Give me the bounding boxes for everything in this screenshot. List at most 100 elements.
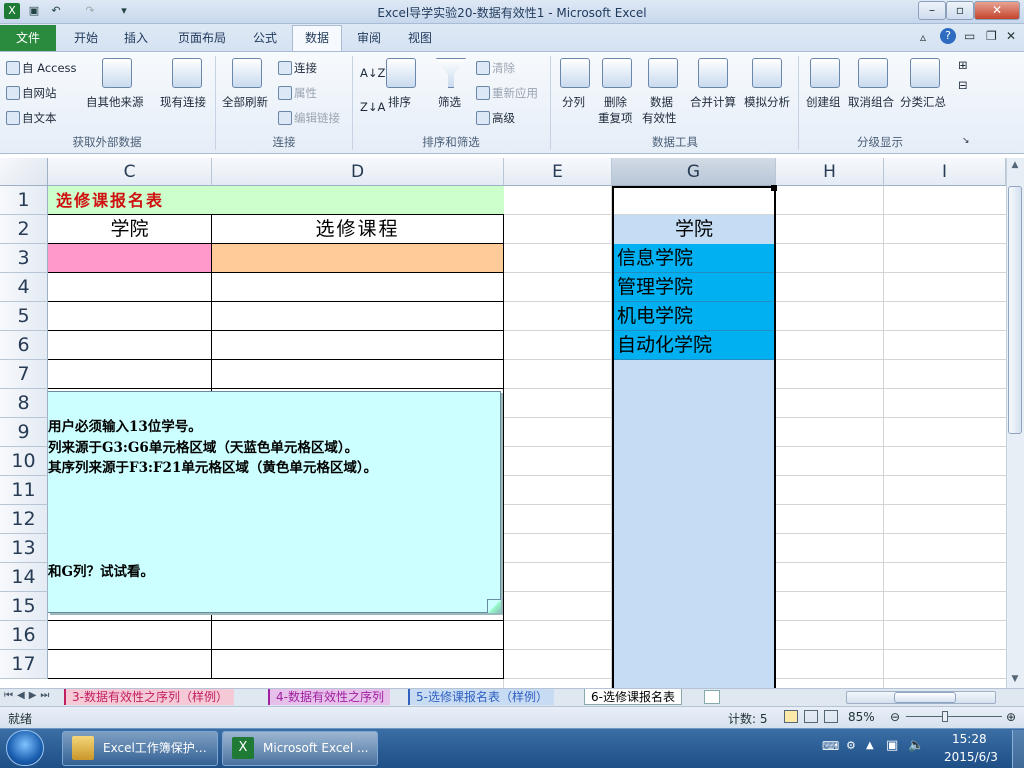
tab-page-layout[interactable]: 页面布局: [166, 26, 238, 50]
ime-icon[interactable]: ⚙: [846, 739, 856, 752]
row-header[interactable]: 4: [0, 273, 48, 302]
what-if-analysis-button[interactable]: 模拟分析: [744, 94, 790, 110]
keyboard-icon[interactable]: ⌨: [822, 739, 839, 753]
zoom-out-icon[interactable]: ⊖: [890, 710, 900, 724]
from-access-button[interactable]: 自 Access: [6, 60, 77, 76]
row-header[interactable]: 7: [0, 360, 48, 389]
from-text-button[interactable]: 自文本: [6, 110, 57, 126]
clock-date[interactable]: 2015/6/3: [944, 750, 998, 764]
row-header[interactable]: 17: [0, 650, 48, 679]
table-cell[interactable]: [48, 331, 212, 360]
fill-handle[interactable]: [771, 185, 777, 191]
table-cell[interactable]: [48, 621, 212, 650]
tab-data[interactable]: 数据: [292, 25, 342, 52]
table-cell[interactable]: [48, 650, 212, 679]
close-button[interactable]: ✕: [974, 1, 1020, 20]
list-header-cell[interactable]: 学院: [614, 215, 774, 244]
sheet-nav-arrows-icon[interactable]: ⏮◀▶⏭: [4, 690, 53, 701]
remove-duplicates-button[interactable]: 删除: [604, 94, 627, 110]
dialog-launcher-icon[interactable]: ↘: [962, 136, 970, 146]
text-to-columns-button[interactable]: 分列: [562, 94, 585, 110]
page-layout-view-icon[interactable]: [804, 710, 818, 723]
reapply-button[interactable]: 重新应用: [476, 85, 538, 101]
sheet-tab-active[interactable]: 6-选修课报名表: [584, 689, 682, 705]
subtotal-button[interactable]: 分类汇总: [900, 94, 946, 110]
workbook-minimize-icon[interactable]: ▭: [964, 29, 975, 43]
column-header-i[interactable]: I: [884, 158, 1006, 186]
from-web-button[interactable]: 自网站: [6, 85, 57, 101]
tab-view[interactable]: 视图: [396, 26, 444, 50]
zoom-slider-thumb[interactable]: [942, 711, 948, 722]
college-list-item[interactable]: 管理学院: [614, 273, 774, 302]
header-college-cell[interactable]: 学院: [48, 215, 212, 244]
row-header[interactable]: 10: [0, 447, 48, 476]
college-list-item[interactable]: 自动化学院: [614, 331, 774, 360]
column-header-c[interactable]: C: [48, 158, 212, 186]
table-cell[interactable]: [48, 273, 212, 302]
normal-view-icon[interactable]: [784, 710, 798, 723]
refresh-all-button[interactable]: 全部刷新: [222, 94, 268, 110]
column-header-d[interactable]: D: [212, 158, 504, 186]
help-icon[interactable]: ?: [940, 28, 956, 44]
maximize-button[interactable]: ▫: [946, 1, 974, 20]
college-input-cell[interactable]: [48, 244, 212, 273]
row-header[interactable]: 11: [0, 476, 48, 505]
row-header[interactable]: 2: [0, 215, 48, 244]
table-cell[interactable]: [48, 302, 212, 331]
tab-formulas[interactable]: 公式: [242, 26, 288, 50]
row-header[interactable]: 8: [0, 389, 48, 418]
row-header[interactable]: 16: [0, 621, 48, 650]
workbook-restore-icon[interactable]: ❐: [986, 29, 997, 43]
header-course-cell[interactable]: 选修课程: [212, 215, 504, 244]
clock-time[interactable]: 15:28: [952, 732, 987, 746]
clear-button[interactable]: 清除: [476, 60, 515, 76]
sheet-tab[interactable]: 4-数据有效性之序列: [268, 689, 390, 705]
row-header[interactable]: 6: [0, 331, 48, 360]
horizontal-scroll-thumb[interactable]: [894, 692, 956, 703]
zoom-in-icon[interactable]: ⊕: [1006, 710, 1016, 724]
edit-links-button[interactable]: 编辑链接: [278, 110, 340, 126]
table-cell[interactable]: [212, 621, 504, 650]
row-header[interactable]: 14: [0, 563, 48, 592]
sort-za-icon[interactable]: Z↓A: [360, 100, 385, 114]
advanced-button[interactable]: 高级: [476, 110, 515, 126]
group-button[interactable]: 创建组: [806, 94, 841, 110]
insert-sheet-icon[interactable]: [704, 690, 720, 704]
vertical-scroll-thumb[interactable]: [1008, 186, 1022, 434]
table-cell[interactable]: [212, 360, 504, 389]
row-header[interactable]: 1: [0, 186, 48, 215]
tab-review[interactable]: 审阅: [346, 26, 392, 50]
minimize-button[interactable]: –: [918, 1, 946, 20]
row-header[interactable]: 9: [0, 418, 48, 447]
scroll-up-icon[interactable]: ▲: [1008, 160, 1022, 174]
connections-button[interactable]: 连接: [278, 60, 317, 76]
tab-insert[interactable]: 插入: [112, 26, 160, 50]
table-cell[interactable]: [212, 650, 504, 679]
data-validation-button[interactable]: 数据: [650, 94, 673, 110]
college-list-item[interactable]: 信息学院: [614, 244, 774, 273]
show-desktop-button[interactable]: [1012, 730, 1024, 768]
column-header-g[interactable]: G: [612, 158, 776, 186]
show-hidden-icons-icon[interactable]: ▲: [866, 740, 874, 751]
zoom-level[interactable]: 85%: [848, 710, 875, 724]
properties-button[interactable]: 属性: [278, 85, 317, 101]
row-header[interactable]: 12: [0, 505, 48, 534]
consolidate-button[interactable]: 合并计算: [690, 94, 736, 110]
workbook-close-icon[interactable]: ✕: [1006, 29, 1016, 43]
scroll-down-icon[interactable]: ▼: [1008, 674, 1022, 688]
column-header-e[interactable]: E: [504, 158, 612, 186]
table-cell[interactable]: [212, 302, 504, 331]
row-header[interactable]: 13: [0, 534, 48, 563]
hide-detail-icon[interactable]: ⊟: [958, 78, 968, 92]
ungroup-button[interactable]: 取消组合: [848, 94, 894, 110]
tab-home[interactable]: 开始: [62, 26, 110, 50]
page-break-view-icon[interactable]: [824, 710, 838, 723]
filter-button[interactable]: 筛选: [438, 94, 461, 110]
table-cell[interactable]: [212, 331, 504, 360]
row-header[interactable]: 5: [0, 302, 48, 331]
sheet-title-cell[interactable]: 选修课报名表: [48, 186, 504, 215]
zoom-slider[interactable]: [906, 716, 1002, 717]
show-detail-icon[interactable]: ⊞: [958, 58, 968, 72]
existing-connections-button[interactable]: 现有连接: [160, 94, 206, 110]
sort-az-icon[interactable]: A↓Z: [360, 66, 385, 80]
